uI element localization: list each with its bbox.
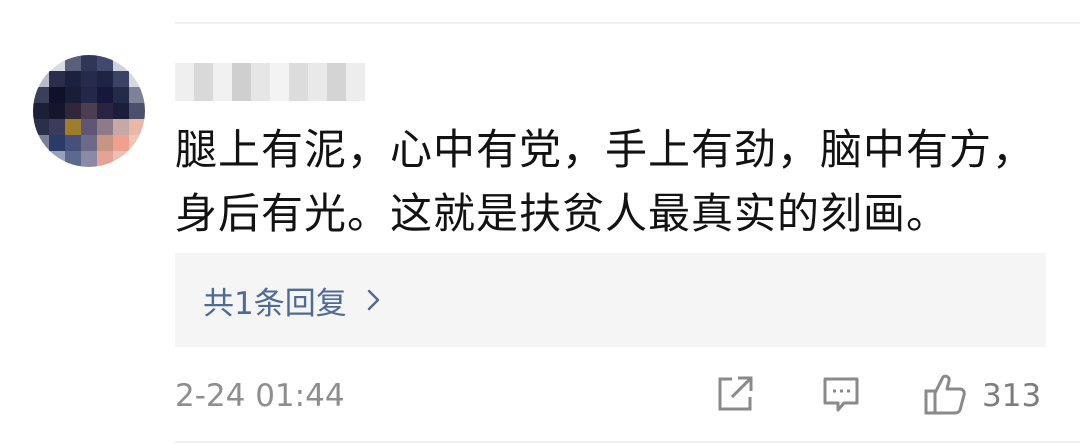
share-button[interactable] <box>714 373 758 419</box>
timestamp: 2-24 01:44 <box>175 378 345 414</box>
avatar[interactable] <box>33 55 145 167</box>
reply-icon <box>820 373 862 419</box>
share-icon <box>714 373 756 419</box>
comment-line-1: 腿上有泥，心中有党，手上有劲，脑中有方， <box>175 125 1036 174</box>
comment-text: 腿上有泥，心中有党，手上有劲，脑中有方， 身后有光。这就是扶贫人最真实的刻画。 <box>175 118 1055 246</box>
replies-label: 共1条回复 <box>203 285 347 322</box>
comment-line-2: 身后有光。这就是扶贫人最真实的刻画。 <box>175 189 950 238</box>
like-count: 313 <box>982 378 1042 414</box>
chevron-right-icon <box>361 288 385 312</box>
reply-button[interactable] <box>820 373 864 419</box>
view-replies-button[interactable]: 共1条回复 <box>175 253 1046 347</box>
thumbs-up-icon <box>922 371 968 421</box>
author-name-blurred[interactable] <box>175 63 365 101</box>
like-button[interactable]: 313 <box>922 373 1052 419</box>
top-divider <box>175 22 1080 24</box>
bottom-divider <box>175 441 1080 443</box>
